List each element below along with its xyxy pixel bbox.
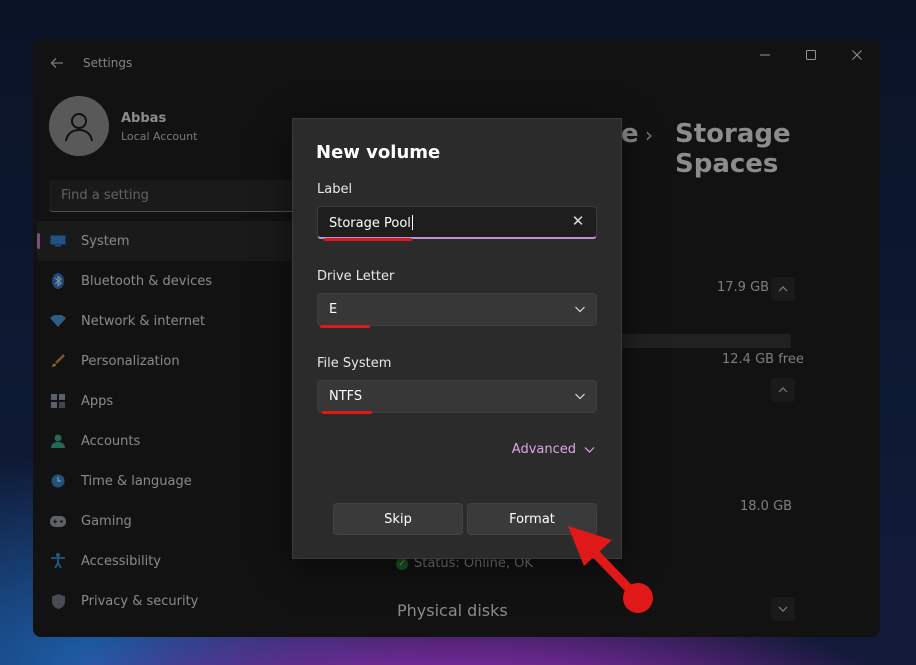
format-label: Format: [509, 511, 555, 527]
drive-letter-dropdown[interactable]: E: [317, 293, 597, 326]
annotation-underline-label: [324, 238, 412, 241]
drive-letter-label: Drive Letter: [317, 269, 395, 284]
label-field-label: Label: [317, 182, 353, 197]
new-volume-dialog: New volume Label Storage Pool ✕ Drive Le…: [292, 118, 622, 559]
skip-label: Skip: [384, 511, 412, 527]
advanced-label: Advanced: [511, 442, 576, 457]
chevron-down-icon: [575, 393, 585, 400]
annotation-arrow-icon: [568, 526, 653, 613]
annotation-underline-filesystem: [322, 411, 372, 414]
file-system-label: File System: [317, 356, 392, 371]
dialog-title: New volume: [316, 142, 441, 163]
chevron-down-icon: [584, 447, 595, 453]
chevron-down-icon: [575, 306, 585, 313]
clear-icon[interactable]: ✕: [570, 213, 586, 229]
label-input[interactable]: Storage Pool ✕: [317, 206, 597, 239]
skip-button[interactable]: Skip: [333, 503, 463, 535]
file-system-value: NTFS: [329, 389, 363, 404]
advanced-toggle[interactable]: Advanced: [512, 442, 595, 457]
label-input-value: Storage Pool: [329, 216, 411, 231]
annotation-underline-drive: [320, 325, 370, 328]
text-caret: [411, 215, 413, 230]
file-system-dropdown[interactable]: NTFS: [317, 380, 597, 413]
drive-letter-value: E: [329, 302, 338, 317]
